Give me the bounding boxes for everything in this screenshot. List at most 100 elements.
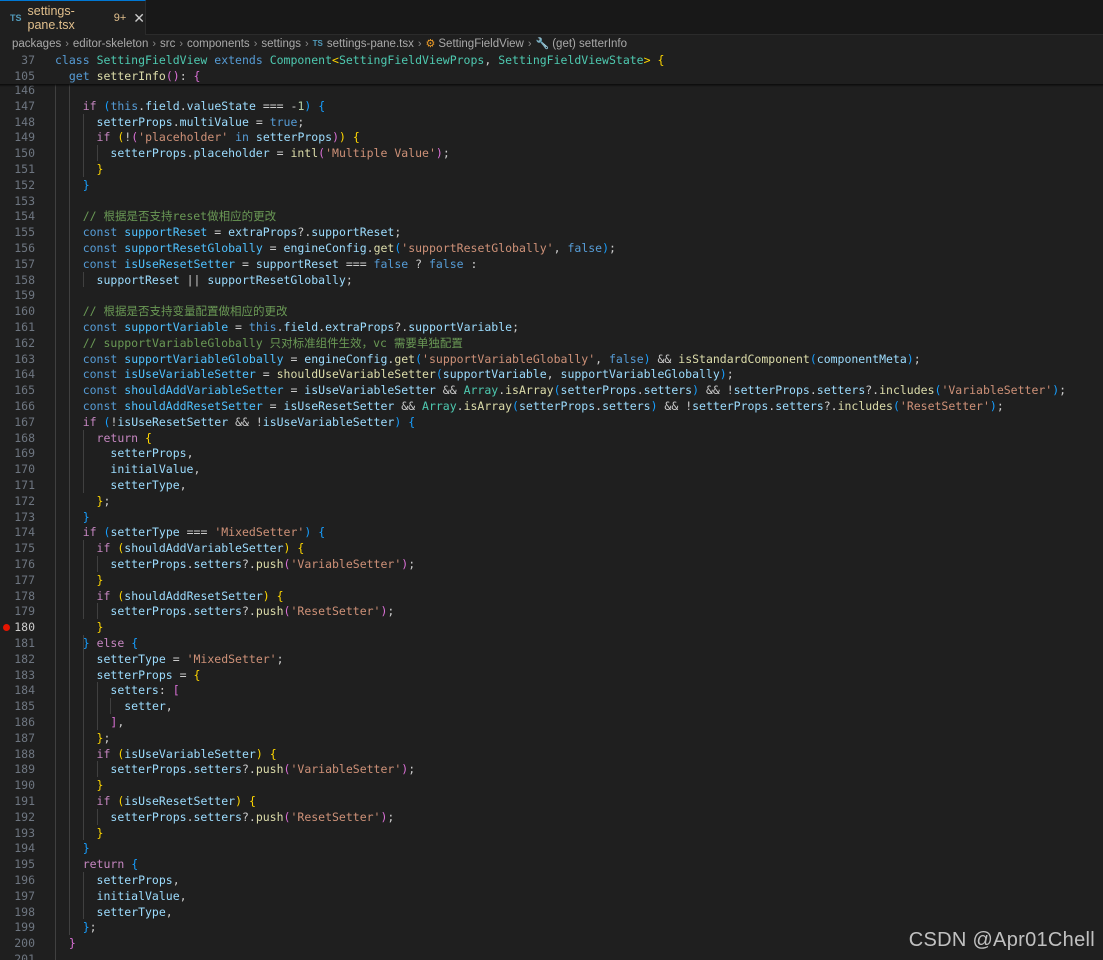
code-line[interactable]: 164 const isUseVariableSetter = shouldUs… bbox=[0, 366, 1103, 382]
code-line[interactable]: 194 } bbox=[0, 840, 1103, 856]
line-number: 184 bbox=[14, 683, 35, 698]
code-line[interactable]: 151 } bbox=[0, 161, 1103, 177]
code-text: setterProps.placeholder = intl('Multiple… bbox=[110, 146, 450, 161]
code-line[interactable]: 169 setterProps, bbox=[0, 445, 1103, 461]
code-text: const isUseResetSetter = supportReset ==… bbox=[82, 256, 478, 271]
code-line[interactable]: 182 setterType = 'MixedSetter'; bbox=[0, 651, 1103, 667]
code-line[interactable]: 166 const shouldAddResetSetter = isUseRe… bbox=[0, 398, 1103, 414]
tab-settings-pane[interactable]: TS settings-pane.tsx 9+ ✕ bbox=[0, 0, 146, 35]
line-number: 197 bbox=[14, 888, 35, 903]
code-text: setterProps = { bbox=[96, 667, 201, 682]
code-line[interactable]: 159 bbox=[0, 287, 1103, 303]
code-line[interactable]: 183 setterProps = { bbox=[0, 667, 1103, 683]
breadcrumb-item[interactable]: src bbox=[160, 38, 175, 50]
indent-guide bbox=[82, 540, 84, 620]
line-number: 151 bbox=[14, 162, 35, 176]
line-number: 177 bbox=[14, 572, 35, 587]
code-line[interactable]: 196 setterProps, bbox=[0, 872, 1103, 888]
breadcrumb-item[interactable]: packages bbox=[12, 38, 61, 50]
breadcrumb-item[interactable]: editor-skeleton bbox=[73, 38, 148, 50]
code-text: supportReset || supportResetGlobally; bbox=[96, 272, 353, 287]
code-line[interactable]: 158 supportReset || supportResetGlobally… bbox=[0, 272, 1103, 288]
line-number: 200 bbox=[14, 936, 35, 951]
line-number: 185 bbox=[14, 699, 35, 714]
code-line[interactable]: 172 }; bbox=[0, 493, 1103, 509]
code-text: setterType, bbox=[110, 478, 187, 492]
line-number: 158 bbox=[14, 272, 35, 287]
code-line[interactable]: 186 ], bbox=[0, 714, 1103, 730]
line-number: 172 bbox=[14, 493, 35, 508]
code-line[interactable]: 152 } bbox=[0, 177, 1103, 193]
code-text: // 根据是否支持reset做相应的更改 bbox=[82, 209, 277, 224]
code-line[interactable]: 170 initialValue, bbox=[0, 461, 1103, 477]
line-number: 162 bbox=[14, 335, 35, 350]
breadcrumb-item[interactable]: settings-pane.tsx bbox=[327, 38, 414, 50]
code-line[interactable]: 181 } else { bbox=[0, 635, 1103, 651]
code-line[interactable]: 190 } bbox=[0, 777, 1103, 793]
code-line[interactable]: 192 setterProps.setters?.push('ResetSett… bbox=[0, 809, 1103, 825]
code-line[interactable]: 157 const isUseResetSetter = supportRese… bbox=[0, 256, 1103, 272]
line-number: 164 bbox=[14, 367, 35, 382]
breadcrumb-item[interactable]: SettingFieldView bbox=[438, 38, 523, 50]
code-line[interactable]: 177 } bbox=[0, 572, 1103, 588]
code-line[interactable]: 180 } bbox=[0, 619, 1103, 635]
line-number: 191 bbox=[14, 794, 35, 808]
code-line[interactable]: 165 const shouldAddVariableSetter = isUs… bbox=[0, 382, 1103, 398]
code-line[interactable]: 167 if (!isUseResetSetter && !isUseVaria… bbox=[0, 414, 1103, 430]
line-number: 174 bbox=[14, 525, 35, 540]
code-text: initialValue, bbox=[96, 888, 187, 903]
line-number: 195 bbox=[14, 857, 35, 872]
code-line[interactable]: 160 // 根据是否支持变量配置做相应的更改 bbox=[0, 303, 1103, 319]
breadcrumb-item[interactable]: (get) setterInfo bbox=[552, 38, 627, 50]
line-number: 194 bbox=[14, 841, 35, 856]
line-number: 178 bbox=[14, 588, 35, 603]
sticky-scroll-shadow bbox=[0, 84, 1103, 87]
indent-guide bbox=[96, 761, 98, 778]
code-line[interactable]: 162 // supportVariableGlobally 只对标准组件生效，… bbox=[0, 335, 1103, 351]
code-line[interactable]: 191 if (isUseResetSetter) { bbox=[0, 793, 1103, 809]
code-line[interactable]: 168 return { bbox=[0, 430, 1103, 446]
code-line[interactable]: 176 setterProps.setters?.push('VariableS… bbox=[0, 556, 1103, 572]
code-line[interactable]: 185 setter, bbox=[0, 698, 1103, 714]
code-text: // 根据是否支持变量配置做相应的更改 bbox=[82, 304, 288, 319]
code-text: if (!isUseResetSetter && !isUseVariableS… bbox=[82, 414, 416, 429]
code-line[interactable]: 161 const supportVariable = this.field.e… bbox=[0, 319, 1103, 335]
code-line[interactable]: 193 } bbox=[0, 825, 1103, 841]
code-line[interactable]: 195 return { bbox=[0, 856, 1103, 872]
code-line[interactable]: 175 if (shouldAddVariableSetter) { bbox=[0, 540, 1103, 556]
sticky-scroll-line[interactable]: 37 class SettingFieldView extends Compone… bbox=[0, 52, 1103, 68]
code-line[interactable]: 197 initialValue, bbox=[0, 888, 1103, 904]
code-text: const supportReset = extraProps?.support… bbox=[82, 225, 402, 240]
code-text: const shouldAddVariableSetter = isUseVar… bbox=[82, 383, 1067, 398]
code-line[interactable]: 187 }; bbox=[0, 730, 1103, 746]
breadcrumb-item[interactable]: components bbox=[187, 38, 250, 50]
code-editor[interactable]: 37 class SettingFieldView extends Compone… bbox=[0, 52, 1103, 960]
code-text: initialValue, bbox=[110, 462, 201, 477]
code-line[interactable]: 154 // 根据是否支持reset做相应的更改 bbox=[0, 208, 1103, 224]
code-line[interactable]: 156 const supportResetGlobally = engineC… bbox=[0, 240, 1103, 256]
code-line[interactable]: 150 setterProps.placeholder = intl('Mult… bbox=[0, 145, 1103, 161]
close-icon[interactable]: ✕ bbox=[133, 11, 145, 25]
code-line[interactable]: 188 if (isUseVariableSetter) { bbox=[0, 746, 1103, 762]
code-line[interactable]: 174 if (setterType === 'MixedSetter') { bbox=[0, 524, 1103, 540]
line-number: 156 bbox=[14, 241, 35, 255]
code-line[interactable]: 148 setterProps.multiValue = true; bbox=[0, 114, 1103, 130]
code-line[interactable]: 149 if (!('placeholder' in setterProps))… bbox=[0, 129, 1103, 145]
tab-bar: TS settings-pane.tsx 9+ ✕ bbox=[0, 0, 1103, 35]
sticky-scroll-line[interactable]: 105 get setterInfo(): { bbox=[0, 67, 1103, 84]
indent-guide bbox=[82, 635, 84, 841]
code-line[interactable]: 179 setterProps.setters?.push('ResetSett… bbox=[0, 603, 1103, 619]
code-line[interactable]: 147 if (this.field.valueState === -1) { bbox=[0, 98, 1103, 114]
code-line[interactable]: 163 const supportVariableGlobally = engi… bbox=[0, 351, 1103, 367]
code-line[interactable]: 155 const supportReset = extraProps?.sup… bbox=[0, 224, 1103, 240]
code-line[interactable]: 171 setterType, bbox=[0, 477, 1103, 493]
code-line[interactable]: 184 setters: [ bbox=[0, 682, 1103, 698]
code-line[interactable]: 201 bbox=[0, 951, 1103, 960]
code-line[interactable]: 198 setterType, bbox=[0, 904, 1103, 920]
code-text: } bbox=[82, 509, 90, 524]
code-line[interactable]: 178 if (shouldAddResetSetter) { bbox=[0, 588, 1103, 604]
code-line[interactable]: 173 } bbox=[0, 509, 1103, 525]
code-line[interactable]: 153 bbox=[0, 193, 1103, 209]
code-line[interactable]: 189 setterProps.setters?.push('VariableS… bbox=[0, 761, 1103, 777]
breadcrumb-item[interactable]: settings bbox=[261, 38, 301, 50]
